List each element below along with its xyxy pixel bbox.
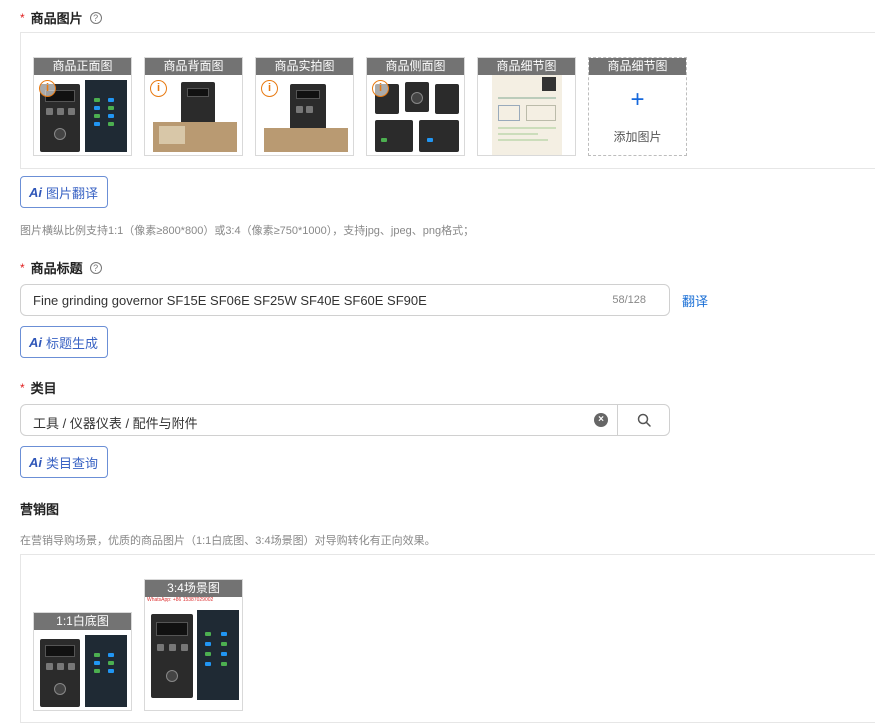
- product-images-panel: 商品正面图 i 商品背面图 i 商品实拍图 i 商品侧面图 i 商品细节图 商品…: [20, 32, 875, 169]
- images-field-label: * 商品图片 ?: [20, 8, 102, 27]
- image-translate-label: 图片翻译: [46, 185, 99, 201]
- images-label-text: 商品图片: [30, 11, 83, 26]
- title-input-value: Fine grinding governor SF15E SF06E SF25W…: [33, 293, 427, 308]
- marketing-field-label: 营销图: [20, 499, 59, 518]
- required-mark: *: [20, 380, 25, 395]
- add-image-button[interactable]: 商品细节图 + 添加图片: [588, 57, 687, 156]
- help-icon[interactable]: ?: [89, 11, 102, 24]
- product-image-real[interactable]: 商品实拍图 i: [255, 57, 354, 156]
- required-mark: *: [20, 260, 25, 275]
- marketing-images-panel: 1:1白底图 3:4场景图 WhatsApp: +86 15387029002: [20, 554, 875, 723]
- ai-icon: Ai: [29, 454, 42, 470]
- ai-icon: Ai: [29, 334, 42, 350]
- title-input[interactable]: Fine grinding governor SF15E SF06E SF25W…: [20, 284, 670, 316]
- clear-icon[interactable]: ×: [594, 413, 608, 427]
- image-caption: 商品细节图: [589, 58, 686, 75]
- marketing-image-scene[interactable]: 3:4场景图 WhatsApp: +86 15387029002: [144, 579, 243, 711]
- image-caption: 商品正面图: [34, 58, 131, 75]
- product-photo: [149, 606, 241, 706]
- category-query-button[interactable]: Ai 类目查询: [20, 446, 109, 478]
- image-caption: 3:4场景图: [145, 580, 242, 597]
- image-caption: 商品侧面图: [367, 58, 464, 75]
- add-image-label: 添加图片: [613, 130, 662, 144]
- product-photo: [492, 75, 562, 155]
- product-image-detail[interactable]: 商品细节图: [477, 57, 576, 156]
- char-count: 58/128: [612, 294, 646, 306]
- warning-icon[interactable]: i: [372, 80, 389, 97]
- search-icon: [637, 413, 651, 427]
- image-caption: 1:1白底图: [34, 613, 131, 630]
- title-generate-button[interactable]: Ai 标题生成: [20, 326, 109, 358]
- translate-link[interactable]: 翻译: [682, 291, 708, 310]
- marketing-label-text: 营销图: [20, 502, 60, 517]
- image-caption: 商品实拍图: [256, 58, 353, 75]
- help-icon[interactable]: ?: [89, 261, 102, 274]
- category-select[interactable]: 工具 / 仪器仪表 / 配件与附件 ×: [20, 404, 670, 436]
- watermark-text: WhatsApp: +86 15387029002: [147, 597, 214, 603]
- category-value: 工具 / 仪器仪表 / 配件与附件: [33, 416, 198, 431]
- product-image-back[interactable]: 商品背面图 i: [144, 57, 243, 156]
- image-caption: 商品细节图: [478, 58, 575, 75]
- warning-icon[interactable]: i: [39, 80, 56, 97]
- image-translate-button[interactable]: Ai 图片翻译: [20, 176, 109, 208]
- category-label-text: 类目: [30, 381, 57, 396]
- title-generate-label: 标题生成: [46, 335, 99, 351]
- required-mark: *: [20, 10, 25, 25]
- product-image-side[interactable]: 商品侧面图 i: [366, 57, 465, 156]
- image-caption: 商品背面图: [145, 58, 242, 75]
- marketing-hint: 在营销导购场景，优质的商品图片（1:1白底图、3:4场景图）对导购转化有正向效果…: [20, 535, 436, 547]
- category-field-label: * 类目: [20, 378, 57, 397]
- product-image-front[interactable]: 商品正面图 i: [33, 57, 132, 156]
- title-label-text: 商品标题: [30, 261, 83, 276]
- image-format-hint: 图片横纵比例支持1:1（像素≥800*800）或3:4（像素≥750*1000）…: [20, 225, 475, 237]
- category-query-label: 类目查询: [46, 455, 99, 471]
- plus-icon: +: [630, 86, 645, 113]
- ai-icon: Ai: [29, 184, 42, 200]
- warning-icon[interactable]: i: [261, 80, 278, 97]
- warning-icon[interactable]: i: [150, 80, 167, 97]
- search-button[interactable]: [617, 404, 670, 436]
- title-field-label: * 商品标题 ?: [20, 258, 102, 277]
- product-photo: [38, 633, 130, 709]
- marketing-image-white-bg[interactable]: 1:1白底图: [33, 612, 132, 711]
